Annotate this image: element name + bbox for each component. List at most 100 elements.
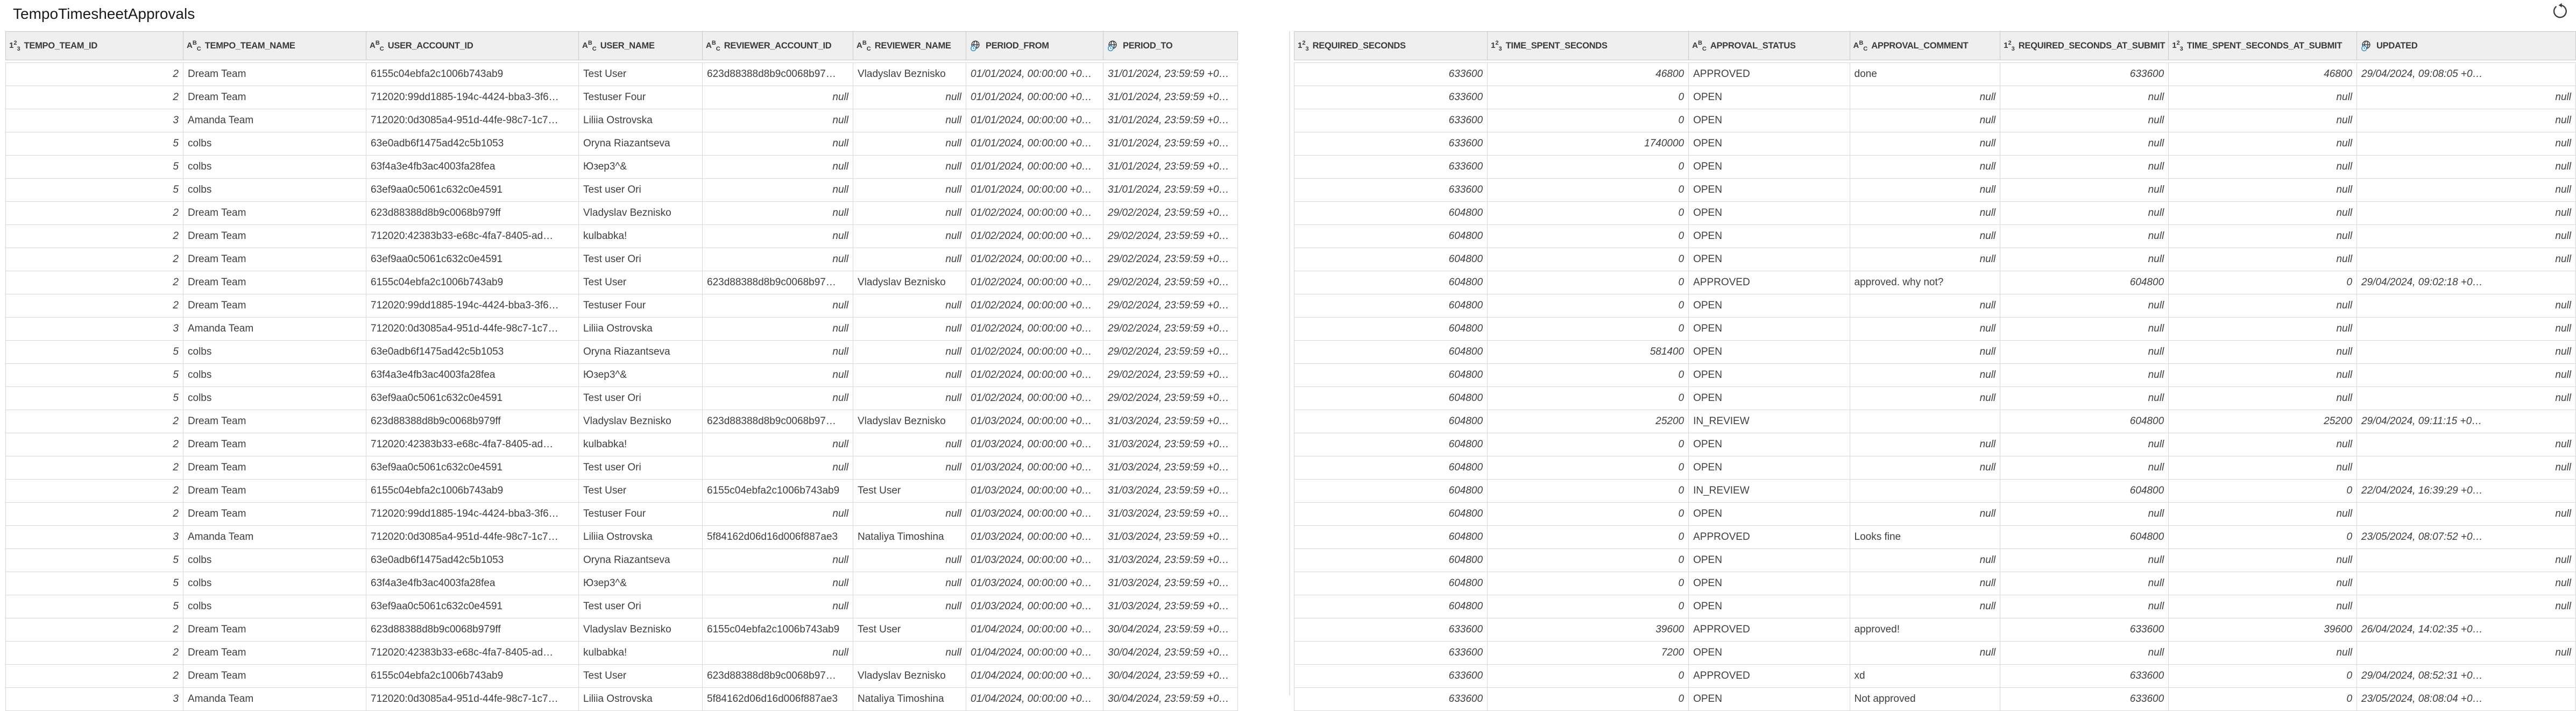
cell[interactable]: OPEN <box>1689 642 1850 665</box>
cell[interactable]: null <box>2357 503 2576 526</box>
cell[interactable]: null <box>853 202 966 225</box>
cell[interactable]: null <box>2169 642 2357 665</box>
cell[interactable]: 30/04/2024, 23:59:59 +0… <box>1103 642 1238 665</box>
column-header-approval_comment[interactable]: ABCAPPROVAL_COMMENT <box>1850 32 2000 60</box>
cell[interactable]: Test user Ori <box>579 456 703 480</box>
cell[interactable]: 01/02/2024, 00:00:00 +0… <box>966 387 1103 410</box>
cell[interactable]: colbs <box>183 132 366 156</box>
cell[interactable]: 6155c04ebfa2c1006b743ab9 <box>366 271 579 294</box>
cell[interactable]: Vladyslav Beznisko <box>579 202 703 225</box>
cell[interactable]: null <box>853 225 966 248</box>
cell[interactable]: null <box>853 433 966 456</box>
cell[interactable]: null <box>1850 225 2000 248</box>
cell[interactable]: null <box>2357 387 2576 410</box>
cell[interactable]: 623d88388d8b9c0068b97… <box>703 63 853 86</box>
cell[interactable]: null <box>703 549 853 572</box>
cell[interactable]: Looks fine <box>1850 526 2000 549</box>
cell[interactable]: 2 <box>6 271 183 294</box>
cell[interactable]: 01/02/2024, 00:00:00 +0… <box>966 271 1103 294</box>
cell[interactable]: Test user Ori <box>579 179 703 202</box>
cell[interactable]: OPEN <box>1689 456 1850 480</box>
cell[interactable]: Liliia Ostrovska <box>579 109 703 132</box>
cell[interactable]: null <box>2000 109 2169 132</box>
cell[interactable]: colbs <box>183 179 366 202</box>
cell[interactable]: 712020:99dd1885-194c-4424-bba3-3f6… <box>366 294 579 318</box>
cell[interactable]: null <box>2000 341 2169 364</box>
cell[interactable]: Oryna Riazantseva <box>579 132 703 156</box>
cell[interactable]: approved. why not? <box>1850 271 2000 294</box>
cell[interactable]: null <box>703 225 853 248</box>
cell[interactable] <box>1850 410 2000 433</box>
cell[interactable]: null <box>703 132 853 156</box>
cell[interactable]: 604800 <box>1294 456 1488 480</box>
column-header-time_spent_seconds_at_submit[interactable]: 123TIME_SPENT_SECONDS_AT_SUBMIT <box>2169 32 2357 60</box>
cell[interactable]: null <box>2000 248 2169 271</box>
cell[interactable]: colbs <box>183 364 366 387</box>
cell[interactable]: null <box>2000 364 2169 387</box>
cell[interactable]: 01/01/2024, 00:00:00 +0… <box>966 156 1103 179</box>
cell[interactable]: 633600 <box>1294 109 1488 132</box>
cell[interactable]: Юзер3^& <box>579 364 703 387</box>
cell[interactable]: null <box>853 456 966 480</box>
cell[interactable]: null <box>2357 294 2576 318</box>
cell[interactable]: OPEN <box>1689 132 1850 156</box>
cell[interactable]: Dream Team <box>183 456 366 480</box>
cell[interactable]: null <box>2357 456 2576 480</box>
cell[interactable]: null <box>2357 109 2576 132</box>
cell[interactable]: 63e0adb6f1475ad42c5b1053 <box>366 549 579 572</box>
cell[interactable]: 2 <box>6 248 183 271</box>
cell[interactable]: null <box>2000 503 2169 526</box>
cell[interactable]: null <box>1850 132 2000 156</box>
cell[interactable]: null <box>2000 433 2169 456</box>
cell[interactable]: Dream Team <box>183 618 366 642</box>
cell[interactable]: 604800 <box>1294 364 1488 387</box>
cell[interactable]: 0 <box>1488 202 1689 225</box>
cell[interactable]: kulbabka! <box>579 433 703 456</box>
cell[interactable]: OPEN <box>1689 202 1850 225</box>
cell[interactable]: 712020:0d3085a4-951d-44fe-98c7-1c7… <box>366 318 579 341</box>
cell[interactable]: null <box>853 642 966 665</box>
cell[interactable]: 5 <box>6 132 183 156</box>
cell[interactable]: kulbabka! <box>579 642 703 665</box>
cell[interactable]: null <box>2000 456 2169 480</box>
cell[interactable]: null <box>2169 202 2357 225</box>
cell[interactable]: null <box>2357 318 2576 341</box>
cell[interactable]: null <box>2169 294 2357 318</box>
cell[interactable]: 63f4a3e4fb3ac4003fa28fea <box>366 156 579 179</box>
column-header-user_account_id[interactable]: ABCUSER_ACCOUNT_ID <box>366 32 579 60</box>
cell[interactable]: 31/03/2024, 23:59:59 +0… <box>1103 456 1238 480</box>
cell[interactable]: Test User <box>579 480 703 503</box>
cell[interactable]: 0 <box>1488 526 1689 549</box>
cell[interactable]: APPROVED <box>1689 665 1850 688</box>
cell[interactable]: null <box>853 503 966 526</box>
column-header-user_name[interactable]: ABCUSER_NAME <box>579 32 703 60</box>
cell[interactable]: 633600 <box>1294 642 1488 665</box>
cell[interactable]: 0 <box>1488 156 1689 179</box>
cell[interactable]: 29/02/2024, 23:59:59 +0… <box>1103 294 1238 318</box>
cell[interactable]: OPEN <box>1689 364 1850 387</box>
cell[interactable]: 581400 <box>1488 341 1689 364</box>
cell[interactable]: 0 <box>1488 595 1689 618</box>
cell[interactable]: 5 <box>6 387 183 410</box>
cell[interactable]: 0 <box>2169 526 2357 549</box>
cell[interactable]: Test user Ori <box>579 387 703 410</box>
cell[interactable]: 604800 <box>1294 271 1488 294</box>
cell[interactable]: 0 <box>1488 387 1689 410</box>
cell[interactable]: null <box>853 364 966 387</box>
cell[interactable]: 63ef9aa0c5061c632c0e4591 <box>366 179 579 202</box>
cell[interactable]: Vladyslav Beznisko <box>853 410 966 433</box>
cell[interactable]: 31/03/2024, 23:59:59 +0… <box>1103 549 1238 572</box>
cell[interactable]: Test User <box>579 271 703 294</box>
cell[interactable]: Amanda Team <box>183 688 366 711</box>
cell[interactable]: Oryna Riazantseva <box>579 341 703 364</box>
cell[interactable]: 5 <box>6 179 183 202</box>
cell[interactable]: colbs <box>183 549 366 572</box>
cell[interactable]: Testuser Four <box>579 503 703 526</box>
cell[interactable]: 29/04/2024, 08:52:31 +0… <box>2357 665 2576 688</box>
cell[interactable]: 0 <box>1488 271 1689 294</box>
cell[interactable]: 5 <box>6 364 183 387</box>
cell[interactable]: 2 <box>6 86 183 109</box>
cell[interactable]: null <box>1850 642 2000 665</box>
cell[interactable]: null <box>2169 364 2357 387</box>
cell[interactable]: 31/03/2024, 23:59:59 +0… <box>1103 595 1238 618</box>
